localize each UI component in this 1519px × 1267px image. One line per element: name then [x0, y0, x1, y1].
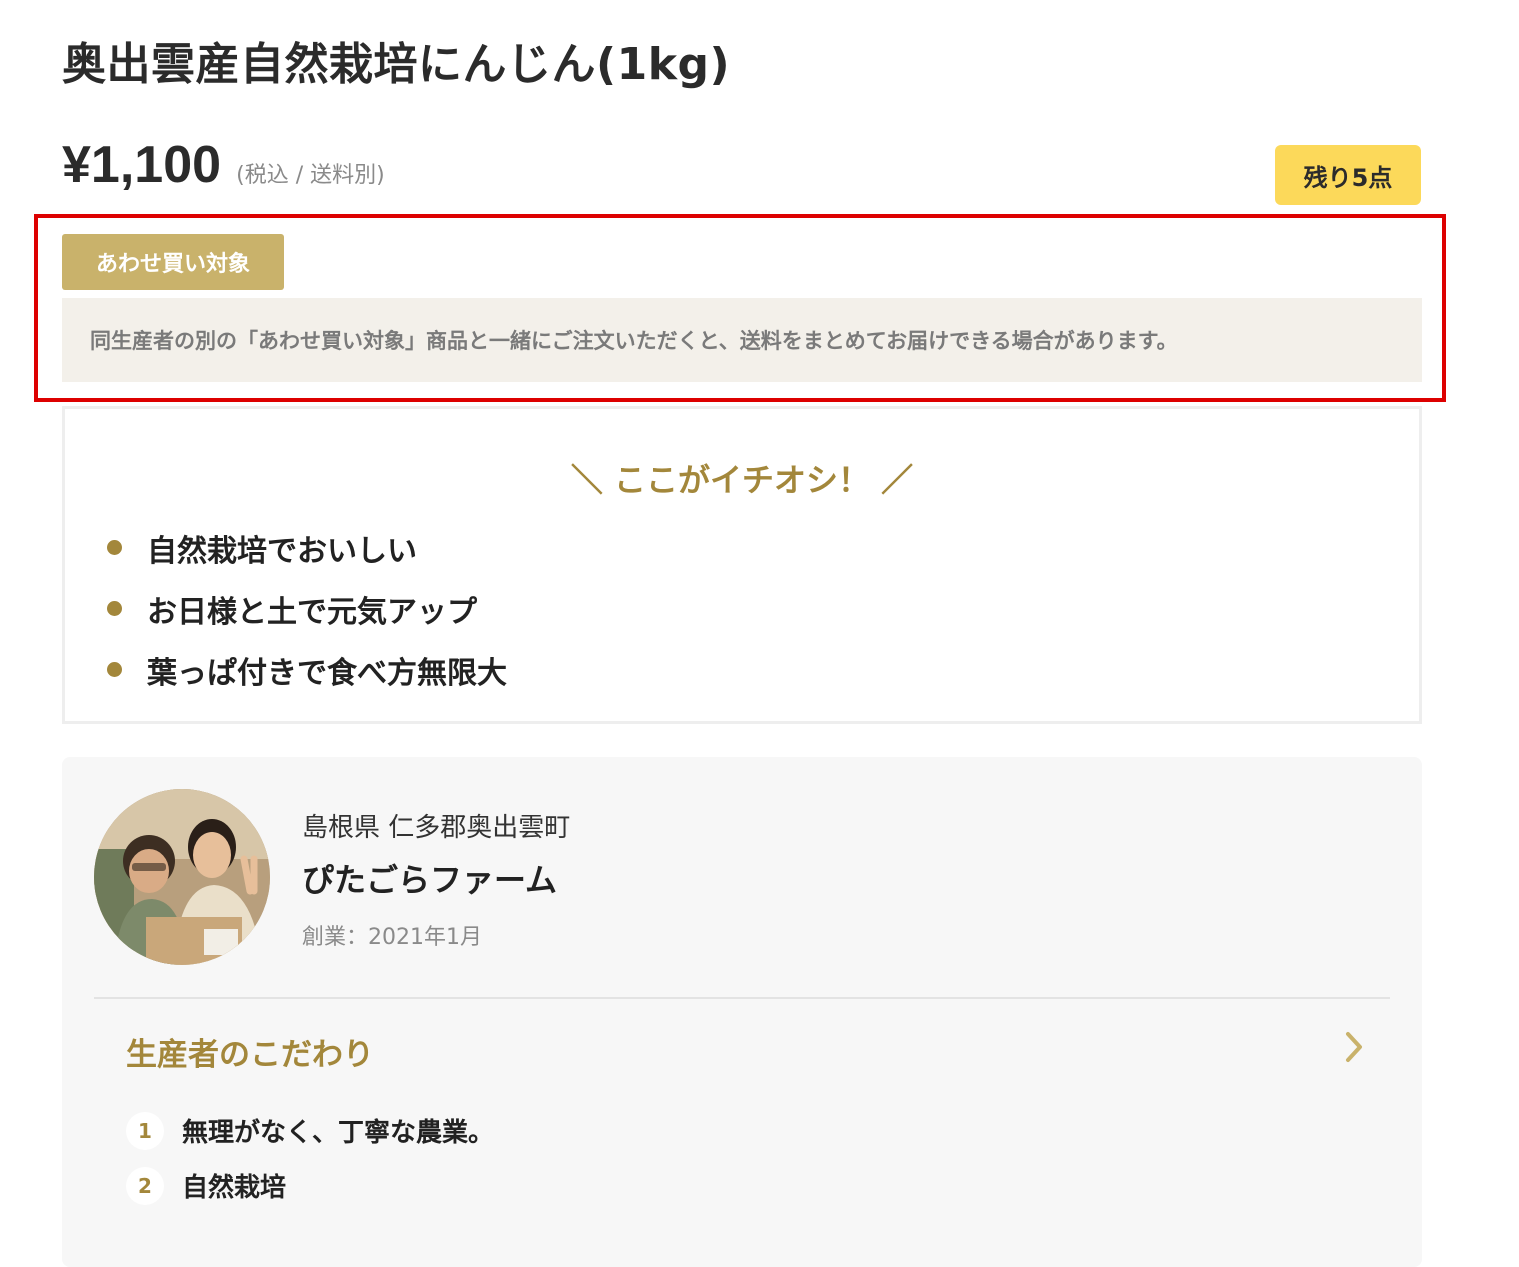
- recommend-heading: ＼ ここがイチオシ！ ／: [570, 461, 914, 499]
- bullet-icon: [107, 601, 122, 616]
- recommend-item: お日様と土で元気アップ: [107, 578, 507, 639]
- stock-badge: 残り5点: [1275, 145, 1421, 205]
- kodawari-list: 1 無理がなく、丁寧な農業。 2 自然栽培: [126, 1103, 494, 1213]
- list-item-text: 自然栽培: [182, 1173, 287, 1203]
- bundle-tag: あわせ買い対象: [62, 234, 284, 290]
- recommend-item-text: 自然栽培でおいしい: [147, 533, 417, 569]
- price-row: ¥1,100 (税込 / 送料別): [62, 135, 385, 195]
- divider: [94, 997, 1390, 999]
- bullet-icon: [107, 540, 122, 555]
- recommend-list: 自然栽培でおいしい お日様と土で元気アップ 葉っぱ付きで食べ方無限大: [107, 517, 507, 700]
- price: ¥1,100: [62, 136, 222, 194]
- producer-photo-icon: [94, 789, 270, 965]
- recommend-item-text: お日様と土で元気アップ: [147, 594, 477, 630]
- recommend-item: 自然栽培でおいしい: [107, 517, 507, 578]
- producer-card: 島根県 仁多郡奥出雲町 ぴたごらファーム 創業：2021年1月 生産者のこだわり…: [62, 757, 1422, 1267]
- chevron-right-icon: [1346, 1032, 1362, 1062]
- bullet-icon: [107, 662, 122, 677]
- producer-avatar[interactable]: [94, 789, 270, 965]
- recommend-item: 葉っぱ付きで食べ方無限大: [107, 639, 507, 700]
- list-number: 2: [126, 1166, 164, 1205]
- recommend-box: ＼ ここがイチオシ！ ／ 自然栽培でおいしい お日様と土で元気アップ 葉っぱ付き…: [62, 406, 1422, 724]
- list-item-text: 無理がなく、丁寧な農業。: [182, 1118, 495, 1148]
- producer-location: 島根県 仁多郡奥出雲町: [302, 813, 571, 843]
- list-number: 1: [126, 1111, 164, 1150]
- list-item: 1 無理がなく、丁寧な農業。: [126, 1103, 494, 1158]
- bundle-notice: 同生産者の別の「あわせ買い対象」商品と一緒にご注文いただくと、送料をまとめてお届…: [62, 298, 1422, 382]
- list-item: 2 自然栽培: [126, 1158, 494, 1213]
- product-title: 奥出雲産自然栽培にんじん(1kg): [62, 39, 731, 90]
- kodawari-title: 生産者のこだわり: [126, 1037, 374, 1073]
- kodawari-link[interactable]: 生産者のこだわり: [94, 1019, 1390, 1079]
- producer-founded: 創業：2021年1月: [302, 925, 482, 950]
- price-note: (税込 / 送料別): [236, 163, 385, 188]
- producer-name[interactable]: ぴたごらファーム: [302, 855, 557, 901]
- recommend-item-text: 葉っぱ付きで食べ方無限大: [147, 655, 507, 691]
